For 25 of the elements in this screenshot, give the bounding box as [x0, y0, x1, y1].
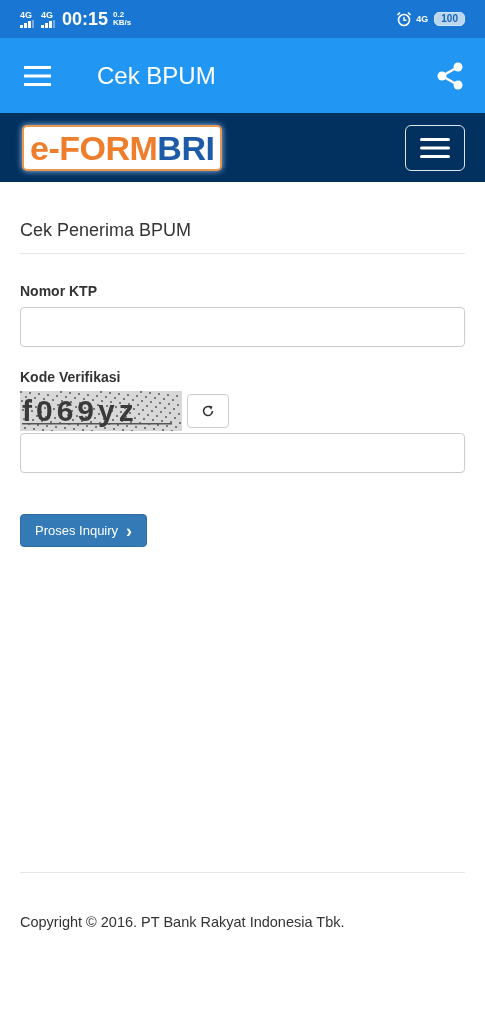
verification-code-field[interactable] [20, 433, 465, 473]
copyright-text: Copyright © 2016. PT Bank Rakyat Indonesia Tbk. [20, 914, 345, 930]
menu-icon[interactable] [24, 65, 51, 86]
refresh-button[interactable] [187, 394, 229, 428]
ktp-number-field[interactable] [20, 307, 465, 347]
signal-icon [20, 19, 34, 28]
menu-button[interactable] [405, 124, 465, 171]
network-type: 4G [20, 10, 32, 20]
share-icon[interactable] [437, 61, 463, 90]
clock: 00:15 [62, 8, 109, 30]
hamburger-icon [420, 137, 450, 158]
alarm-icon [396, 11, 413, 27]
submit-button[interactable]: Proses Inquiry › [20, 514, 148, 547]
network-type: 4G [41, 10, 53, 20]
speed-value: 0.2 [113, 11, 126, 19]
section-heading: Cek Penerima BPUM [20, 220, 465, 254]
field-label: Kode Verifikasi [20, 369, 122, 385]
field-label: Nomor KTP [20, 283, 98, 299]
signal-icon [41, 19, 55, 28]
battery-level: 100 [434, 12, 465, 26]
brand-logo: e-FORMBRI [22, 124, 223, 171]
network-type: 4G [416, 14, 429, 24]
refresh-icon [201, 404, 215, 418]
speed-unit: KB/s [113, 19, 132, 27]
app-title: Cek BPUM [97, 61, 217, 90]
